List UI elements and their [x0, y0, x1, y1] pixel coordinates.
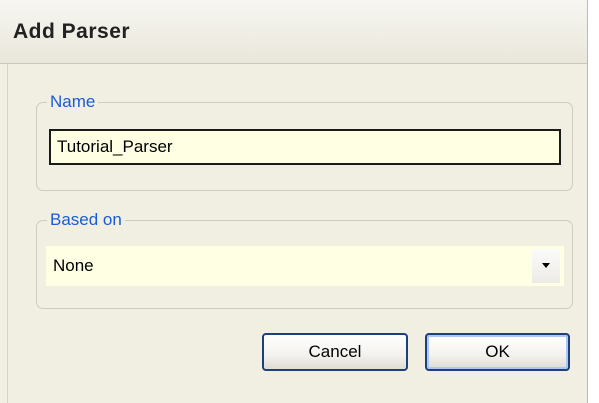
add-parser-dialog: Add Parser Name Based on None Cancel OK [0, 0, 588, 403]
cancel-button[interactable]: Cancel [262, 333, 408, 371]
based-on-group: Based on None [36, 209, 573, 309]
ok-button[interactable]: OK [425, 333, 570, 371]
name-group: Name [36, 91, 573, 191]
based-on-selected-value: None [53, 256, 94, 275]
dialog-title: Add Parser [13, 20, 131, 43]
title-bar[interactable]: Add Parser [0, 0, 587, 64]
name-input[interactable] [49, 129, 561, 165]
based-on-label: Based on [47, 209, 125, 231]
name-label: Name [47, 91, 99, 113]
chevron-down-icon [542, 263, 550, 268]
dropdown-button[interactable] [532, 249, 560, 283]
left-edge [0, 64, 8, 403]
based-on-select[interactable]: None [46, 246, 564, 286]
